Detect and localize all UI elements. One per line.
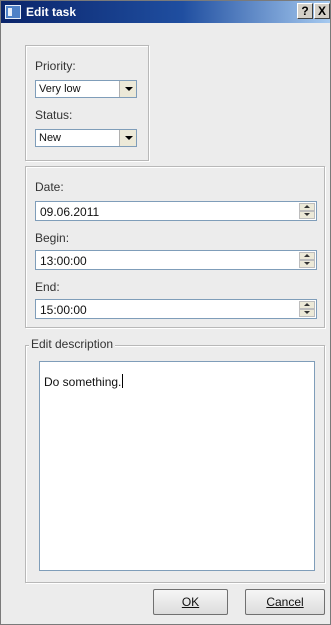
description-text: Do something. [44, 374, 124, 389]
edit-task-dialog: Edit task ? X Priority: Very low Status:… [0, 0, 331, 625]
begin-value: 13:00:00 [40, 254, 87, 268]
end-label: End: [35, 280, 60, 294]
window-title: Edit task [26, 5, 77, 19]
priority-label: Priority: [35, 59, 76, 73]
chevron-down-icon[interactable] [299, 309, 315, 317]
chevron-up-icon[interactable] [299, 301, 315, 309]
priority-select[interactable]: Very low [35, 80, 137, 98]
priority-value: Very low [39, 83, 81, 95]
text-caret [122, 374, 124, 388]
status-value: New [39, 132, 62, 144]
date-spinner[interactable] [299, 203, 315, 219]
end-value: 15:00:00 [40, 303, 87, 317]
app-icon [5, 5, 21, 19]
status-label: Status: [35, 108, 73, 122]
chevron-down-icon[interactable] [119, 81, 136, 97]
date-field[interactable]: 09.06.2011 [35, 201, 317, 221]
status-select[interactable]: New [35, 129, 137, 147]
chevron-up-icon[interactable] [299, 252, 315, 260]
chevron-down-icon[interactable] [299, 211, 315, 219]
begin-field[interactable]: 13:00:00 [35, 250, 317, 270]
chevron-down-icon[interactable] [119, 130, 136, 146]
description-legend: Edit description [29, 337, 116, 351]
end-field[interactable]: 15:00:00 [35, 299, 317, 319]
chevron-down-icon[interactable] [299, 260, 315, 268]
date-label: Date: [35, 180, 64, 194]
help-button[interactable]: ? [297, 3, 313, 19]
date-value: 09.06.2011 [40, 205, 100, 219]
begin-spinner[interactable] [299, 252, 315, 268]
end-spinner[interactable] [299, 301, 315, 317]
cancel-button[interactable]: Cancel [245, 589, 325, 615]
close-button[interactable]: X [314, 3, 330, 19]
description-textarea[interactable]: Do something. [39, 361, 315, 571]
chevron-up-icon[interactable] [299, 203, 315, 211]
begin-label: Begin: [35, 231, 70, 245]
title-bar[interactable]: Edit task ? X [1, 1, 330, 23]
ok-button[interactable]: OK [153, 589, 228, 615]
